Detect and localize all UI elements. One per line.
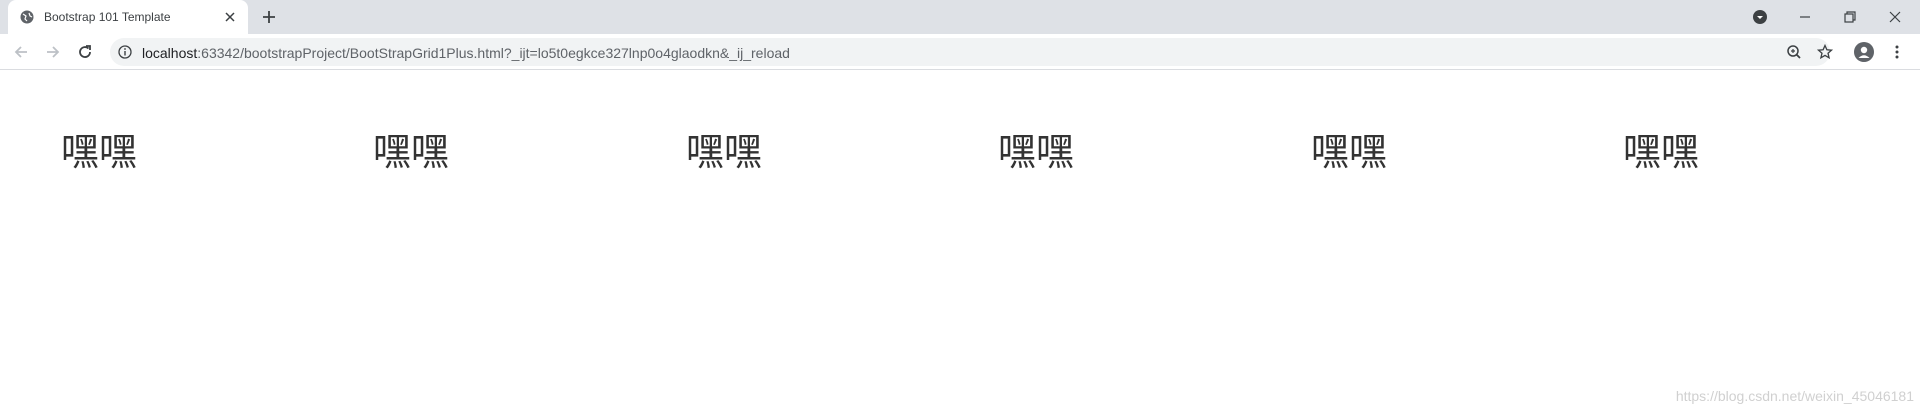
browser-window: Bootstrap 101 Template localhost:63342/b… bbox=[0, 0, 1920, 410]
url-text[interactable]: localhost:63342/bootstrapProject/BootStr… bbox=[142, 45, 790, 61]
grid-column-4: 嘿嘿 bbox=[998, 130, 1075, 174]
tab-active[interactable]: Bootstrap 101 Template bbox=[8, 0, 248, 34]
tab-strip: Bootstrap 101 Template bbox=[0, 0, 1920, 34]
tab-title: Bootstrap 101 Template bbox=[44, 10, 171, 24]
restore-icon[interactable] bbox=[1841, 8, 1859, 26]
url-host: localhost bbox=[142, 45, 198, 61]
arrow-left-icon[interactable] bbox=[12, 43, 30, 61]
grid-column-2: 嘿嘿 bbox=[373, 130, 450, 174]
url-path: :63342/bootstrapProject/BootStrapGrid1Pl… bbox=[197, 45, 790, 61]
close-icon[interactable] bbox=[1886, 8, 1904, 26]
grid-column-6: 嘿嘿 bbox=[1623, 130, 1700, 174]
avatar[interactable] bbox=[1854, 42, 1874, 62]
info-icon[interactable] bbox=[118, 45, 132, 59]
grid-column-5: 嘿嘿 bbox=[1311, 130, 1388, 174]
globe-icon bbox=[20, 10, 34, 24]
star-icon[interactable] bbox=[1816, 43, 1834, 61]
watermark: https://blog.csdn.net/weixin_45046181 bbox=[1675, 388, 1914, 404]
address-bar[interactable]: localhost:63342/bootstrapProject/BootStr… bbox=[110, 38, 1834, 66]
grid-column-3: 嘿嘿 bbox=[686, 130, 763, 174]
zoom-icon[interactable] bbox=[1785, 43, 1803, 61]
reload-icon[interactable] bbox=[76, 43, 94, 61]
close-icon[interactable] bbox=[222, 9, 238, 25]
plus-icon[interactable] bbox=[260, 8, 278, 26]
chevron-down-circle-icon[interactable] bbox=[1751, 8, 1769, 26]
browser-toolbar: localhost:63342/bootstrapProject/BootStr… bbox=[0, 34, 1920, 70]
page-content: 嘿嘿 嘿嘿 嘿嘿 嘿嘿 嘿嘿 嘿嘿 https://blog.csdn.net/… bbox=[0, 71, 1920, 410]
more-vert-icon[interactable] bbox=[1888, 43, 1906, 61]
minimize-icon[interactable] bbox=[1796, 8, 1814, 26]
person-icon bbox=[1854, 42, 1874, 62]
grid-column-1: 嘿嘿 bbox=[61, 130, 138, 174]
arrow-right-icon[interactable] bbox=[44, 43, 62, 61]
